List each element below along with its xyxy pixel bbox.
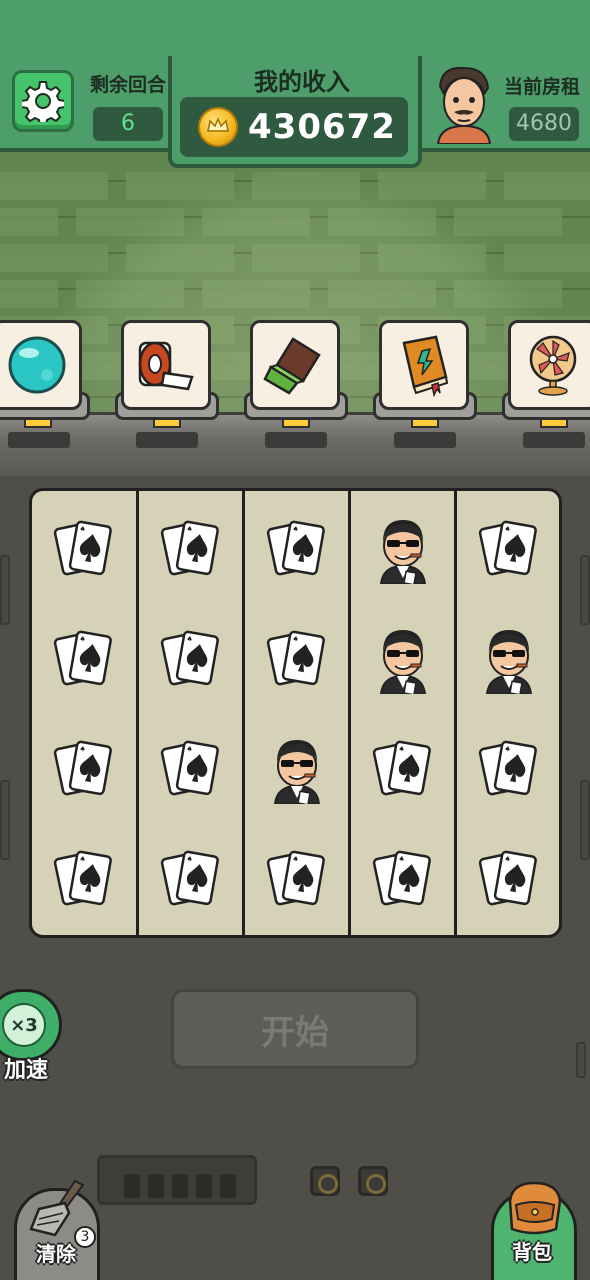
playing-cards-icon: ♠ bbox=[372, 850, 431, 906]
symbol-playing-cards: ♠ bbox=[32, 605, 136, 715]
symbol-playing-cards: ♠ bbox=[32, 495, 136, 605]
gangster-icon bbox=[379, 520, 427, 584]
rounds-label: 剩余回合 bbox=[90, 74, 167, 96]
playing-cards-icon: ♠ bbox=[266, 850, 325, 906]
playing-cards-icon: ♠ bbox=[160, 630, 219, 686]
clear-label: 清除 bbox=[36, 1242, 76, 1266]
playing-cards-icon: ♠ bbox=[478, 520, 537, 576]
spell-book-icon bbox=[402, 335, 449, 397]
symbol-playing-cards: ♠ bbox=[139, 715, 243, 825]
playing-cards-icon: ♠ bbox=[160, 740, 219, 796]
symbol-playing-cards: ♠ bbox=[245, 825, 349, 935]
clear-count-badge: 3 bbox=[74, 1226, 96, 1248]
gold-coin-icon bbox=[198, 107, 238, 147]
slot-board: ♠ ♠ ♠ ♠ ♠ ♠ ♠ ♠ ♠ ♠ ♠ ♠ ♠ ♠ ♠ ♠ bbox=[29, 488, 562, 938]
gangster-icon bbox=[273, 740, 321, 804]
rent-label: 当前房租 bbox=[504, 76, 581, 98]
playing-cards-icon: ♠ bbox=[53, 850, 112, 906]
playing-cards-icon: ♠ bbox=[478, 850, 537, 906]
settings-button[interactable] bbox=[12, 70, 74, 132]
vent-decoration bbox=[97, 1155, 257, 1205]
symbol-gangster bbox=[457, 605, 559, 715]
speed-up-button[interactable]: ×3 bbox=[0, 989, 62, 1061]
item-slot-chocolate[interactable] bbox=[250, 320, 340, 410]
symbol-playing-cards: ♠ bbox=[457, 495, 559, 605]
playing-cards-icon: ♠ bbox=[266, 520, 325, 576]
symbol-playing-cards: ♠ bbox=[139, 605, 243, 715]
electric-fan-icon bbox=[529, 335, 577, 396]
symbol-gangster bbox=[245, 715, 349, 825]
playing-cards-icon: ♠ bbox=[478, 740, 537, 796]
gangster-icon bbox=[485, 630, 533, 694]
playing-cards-icon: ♠ bbox=[160, 520, 219, 576]
landlord-avatar bbox=[432, 64, 494, 145]
symbol-playing-cards: ♠ bbox=[139, 495, 243, 605]
speed-up-label: 加速 bbox=[4, 1058, 49, 1083]
playing-cards-icon: ♠ bbox=[53, 630, 112, 686]
playing-cards-icon: ♠ bbox=[53, 520, 112, 576]
item-slot-orb[interactable] bbox=[0, 320, 82, 410]
income-label: 我的收入 bbox=[254, 68, 350, 96]
backpack-button[interactable] bbox=[491, 1181, 577, 1280]
playing-cards-icon: ♠ bbox=[53, 740, 112, 796]
tissue-roll-icon bbox=[138, 341, 194, 391]
rounds-value: 6 bbox=[93, 107, 163, 141]
income-value: 430672 bbox=[248, 107, 396, 147]
item-slot-fan[interactable] bbox=[508, 320, 590, 410]
speed-multiplier: ×3 bbox=[2, 1003, 46, 1047]
backpack-label: 背包 bbox=[512, 1240, 552, 1264]
playing-cards-icon: ♠ bbox=[160, 850, 219, 906]
symbol-playing-cards: ♠ bbox=[457, 825, 559, 935]
rent-value: 4680 bbox=[509, 107, 579, 141]
symbol-playing-cards: ♠ bbox=[245, 605, 349, 715]
playing-cards-icon: ♠ bbox=[372, 740, 431, 796]
item-slot-tissue[interactable] bbox=[121, 320, 211, 410]
start-button[interactable]: 开始 bbox=[171, 989, 419, 1069]
symbol-playing-cards: ♠ bbox=[139, 825, 243, 935]
symbol-playing-cards: ♠ bbox=[32, 825, 136, 935]
symbol-playing-cards: ♠ bbox=[245, 495, 349, 605]
symbol-playing-cards: ♠ bbox=[457, 715, 559, 825]
symbol-gangster bbox=[351, 495, 455, 605]
teal-orb-icon bbox=[8, 336, 66, 394]
gear-icon bbox=[22, 81, 64, 122]
symbol-gangster bbox=[351, 605, 455, 715]
gangster-icon bbox=[379, 630, 427, 694]
chocolate-bar-icon bbox=[263, 337, 321, 395]
playing-cards-icon: ♠ bbox=[266, 630, 325, 686]
item-slot-book[interactable] bbox=[379, 320, 469, 410]
symbol-playing-cards: ♠ bbox=[351, 715, 455, 825]
income-display: 430672 bbox=[180, 97, 408, 157]
symbol-playing-cards: ♠ bbox=[32, 715, 136, 825]
backpack-icon bbox=[508, 1181, 562, 1235]
symbol-playing-cards: ♠ bbox=[351, 825, 455, 935]
